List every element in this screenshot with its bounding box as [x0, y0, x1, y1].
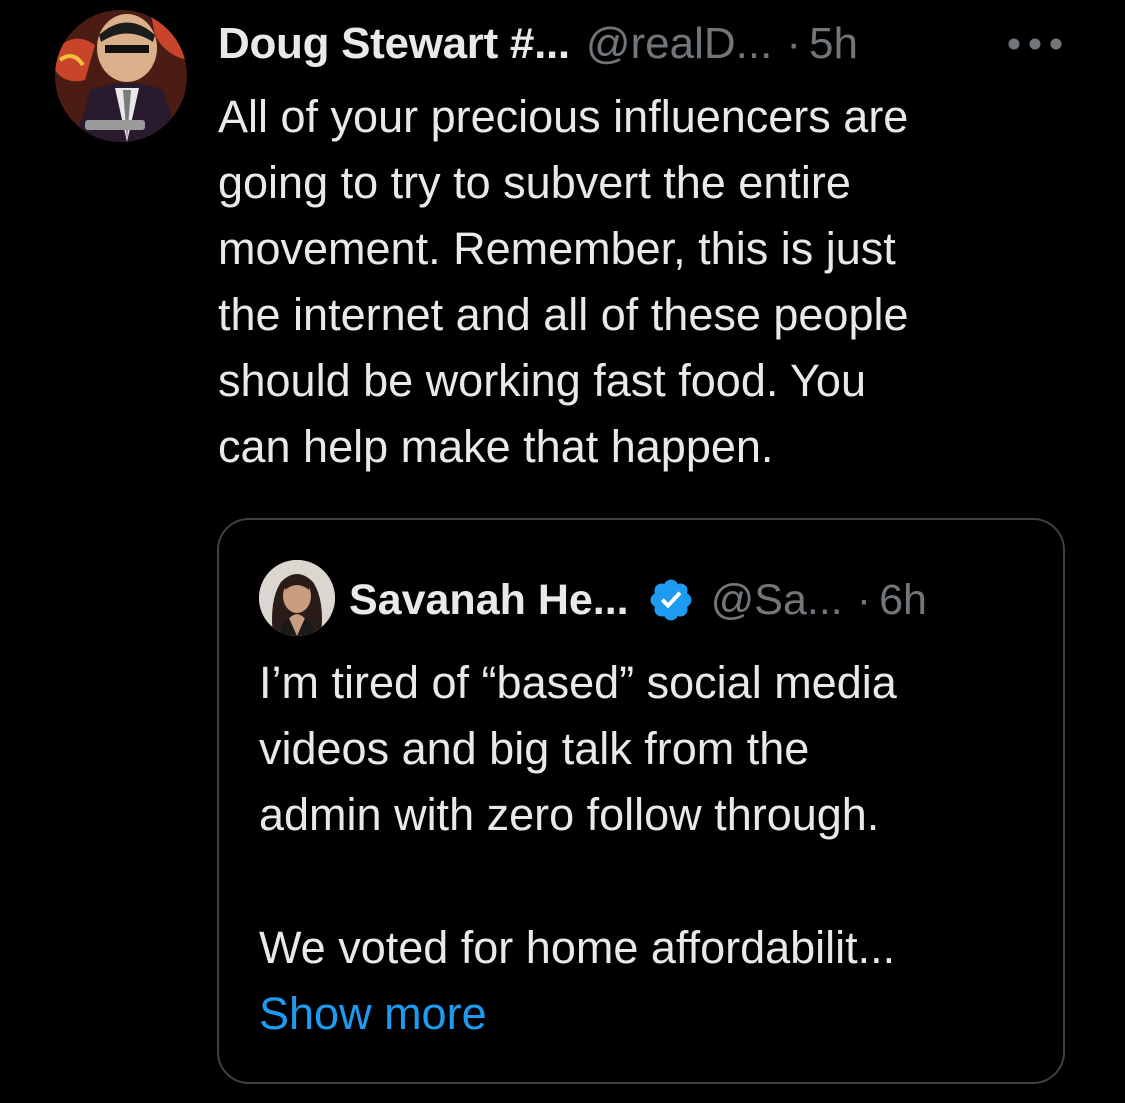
tweet-text: All of your precious influencers are goi…	[218, 91, 909, 472]
quoted-tweet-card[interactable]: Savanah He... @Sa... · 6h I’m tired of “…	[217, 518, 1065, 1084]
author-avatar-image	[55, 10, 187, 142]
tweet-timestamp[interactable]: 5h	[809, 19, 858, 69]
quoted-author-avatar	[259, 560, 335, 636]
verified-badge-icon	[647, 576, 695, 624]
quoted-author-avatar-image	[259, 560, 335, 636]
more-horizontal-icon	[1008, 38, 1062, 50]
separator-dot: ·	[786, 19, 801, 68]
quoted-tweet-header: Savanah He... @Sa... · 6h	[349, 570, 927, 630]
author-avatar[interactable]	[55, 10, 187, 142]
quoted-author-handle: @Sa...	[710, 575, 843, 624]
quoted-separator-dot: ·	[856, 575, 872, 624]
author-name[interactable]: Doug Stewart #...	[218, 19, 570, 69]
show-more-link[interactable]: Show more	[259, 981, 487, 1047]
quoted-tweet-text-continued: We voted for home affordabilit...	[259, 922, 896, 973]
tweet[interactable]: Doug Stewart #... @realD... · 5h All of …	[0, 0, 1125, 1103]
quoted-tweet-text: I’m tired of “based” social media videos…	[259, 657, 897, 840]
more-options-button[interactable]	[1005, 22, 1065, 66]
quoted-author-name: Savanah He...	[349, 575, 629, 624]
tweet-header: Doug Stewart #... @realD... · 5h	[218, 14, 858, 74]
author-handle[interactable]: @realD...	[586, 19, 772, 69]
quoted-tweet-timestamp: 6h	[879, 575, 927, 624]
